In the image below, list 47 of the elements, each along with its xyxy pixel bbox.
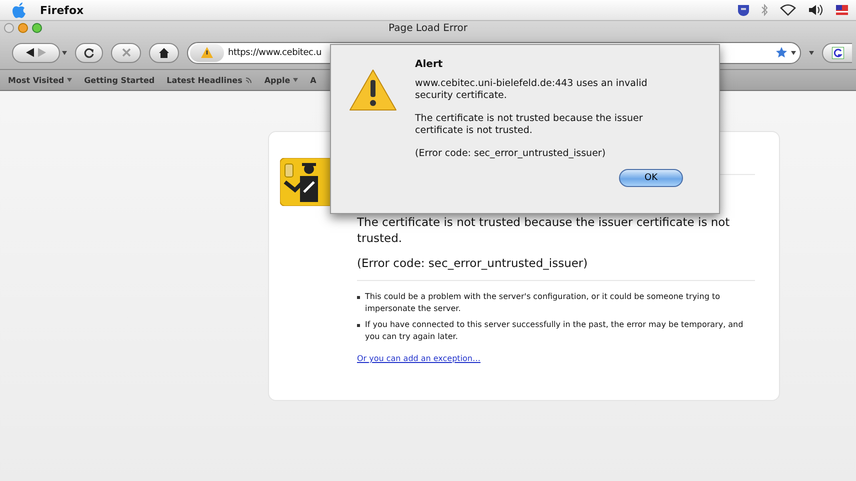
back-forward-button[interactable] [12,42,60,62]
back-icon [26,48,35,57]
wifi-icon[interactable] [780,4,796,16]
warning-icon [201,47,213,58]
search-field[interactable] [822,42,852,62]
caret-icon[interactable] [62,50,67,54]
explanation-text: If you have connected to this server successfully in the past, the error may be temporary, and you can try again later. [365,319,744,343]
reload-button[interactable] [75,42,103,62]
ok-button[interactable]: OK [619,169,683,187]
search-engine-icon [832,46,844,58]
bookmark-item[interactable]: Latest Headlines [166,76,252,84]
minimize-window-icon[interactable] [18,23,28,33]
shield-icon[interactable] [738,4,749,16]
stop-button[interactable] [111,42,141,62]
apple-logo-icon[interactable] [12,2,26,18]
bookmark-item[interactable]: Getting Started [84,76,155,84]
warning-icon [349,69,397,111]
reload-icon [84,48,94,58]
add-exception-link[interactable]: Or you can add an exception… [357,354,480,363]
caret-icon [293,78,298,82]
home-icon [159,48,169,58]
bookmark-item[interactable]: A [310,76,316,84]
feed-icon [245,76,252,84]
bookmark-item[interactable]: Apple [264,76,298,84]
forward-icon [37,48,46,57]
caret-icon [791,50,796,54]
app-name[interactable]: Firefox [40,4,84,16]
caret-icon[interactable] [809,50,814,54]
alert-title: Alert [415,59,444,70]
error-code: (Error code: sec_error_untrusted_issuer) [357,256,589,270]
alert-message: (Error code: sec_error_untrusted_issuer) [415,148,607,160]
bullet-icon [357,296,360,299]
bookmark-item[interactable]: Most Visited [8,76,72,84]
star-icon [776,47,787,58]
explanation-text: This could be a problem with the server's configuration, or it could be someone trying to impersonate the server. [365,291,721,315]
alert-message: The certificate is not trusted because the issuer certificate is not trusted. [415,113,644,137]
zoom-window-icon[interactable] [32,23,42,33]
bluetooth-icon[interactable] [761,4,768,16]
caret-icon [67,78,72,82]
bullet-icon [357,324,360,327]
stop-icon [122,48,130,57]
error-description: The certificate is not trusted because the issuer certificate is not trusted. [357,214,731,246]
home-button[interactable] [149,42,179,62]
alert-message: www.cebitec.uni-bielefeld.de:443 uses an invalid security certificate. [415,78,648,102]
flag-icon[interactable] [836,5,848,15]
volume-icon[interactable] [808,4,824,16]
window-title: Page Load Error [388,23,468,34]
